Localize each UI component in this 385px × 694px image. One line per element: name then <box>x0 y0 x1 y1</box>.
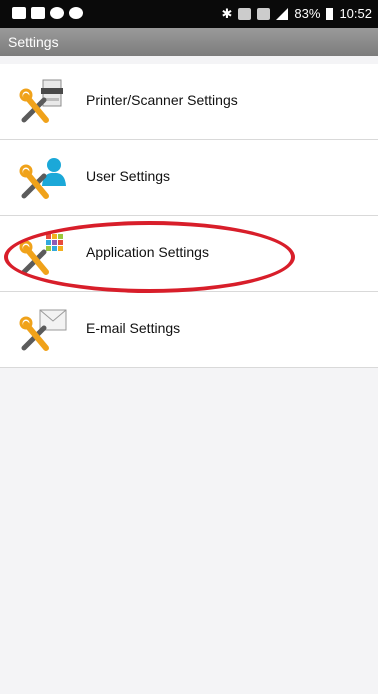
menu-item-label: Application Settings <box>86 244 209 260</box>
wifi-icon <box>257 8 271 20</box>
notification-icons <box>12 7 83 21</box>
bluetooth-icon: ✱ <box>221 6 233 21</box>
menu-item-application-settings[interactable]: Application Settings <box>0 216 378 292</box>
email-tools-icon <box>19 309 67 351</box>
status-bar: ✱ 83% 10:52 <box>0 0 378 28</box>
battery-icon <box>326 8 334 20</box>
app-bar: Settings <box>0 28 378 56</box>
signal-icon <box>276 8 289 20</box>
menu-item-label: E-mail Settings <box>86 320 181 336</box>
menu-item-label: Printer/Scanner Settings <box>86 92 238 108</box>
menu-item-email-settings[interactable]: E-mail Settings <box>0 292 378 368</box>
video-icon <box>12 7 26 19</box>
settings-menu: Printer/Scanner Settings User Settings A… <box>0 64 378 368</box>
apps-tools-icon <box>19 234 63 275</box>
menu-item-label: User Settings <box>86 168 171 184</box>
eye-icon <box>69 7 83 19</box>
settings-screen: ✱ 83% 10:52 Settings Printer/Scanner Set… <box>0 0 378 694</box>
clock: 10:52 <box>339 6 372 21</box>
image-icon <box>31 7 45 19</box>
printer-tools-icon <box>19 79 63 123</box>
app-notification-icon <box>50 7 64 19</box>
battery-percent: 83% <box>294 6 321 21</box>
menu-item-printer-scanner-settings[interactable]: Printer/Scanner Settings <box>0 64 378 140</box>
user-tools-icon <box>19 158 66 199</box>
system-indicators: ✱ 83% 10:52 <box>222 6 372 22</box>
vibrate-icon <box>238 8 252 20</box>
menu-item-user-settings[interactable]: User Settings <box>0 140 378 216</box>
page-title: Settings <box>8 34 59 50</box>
